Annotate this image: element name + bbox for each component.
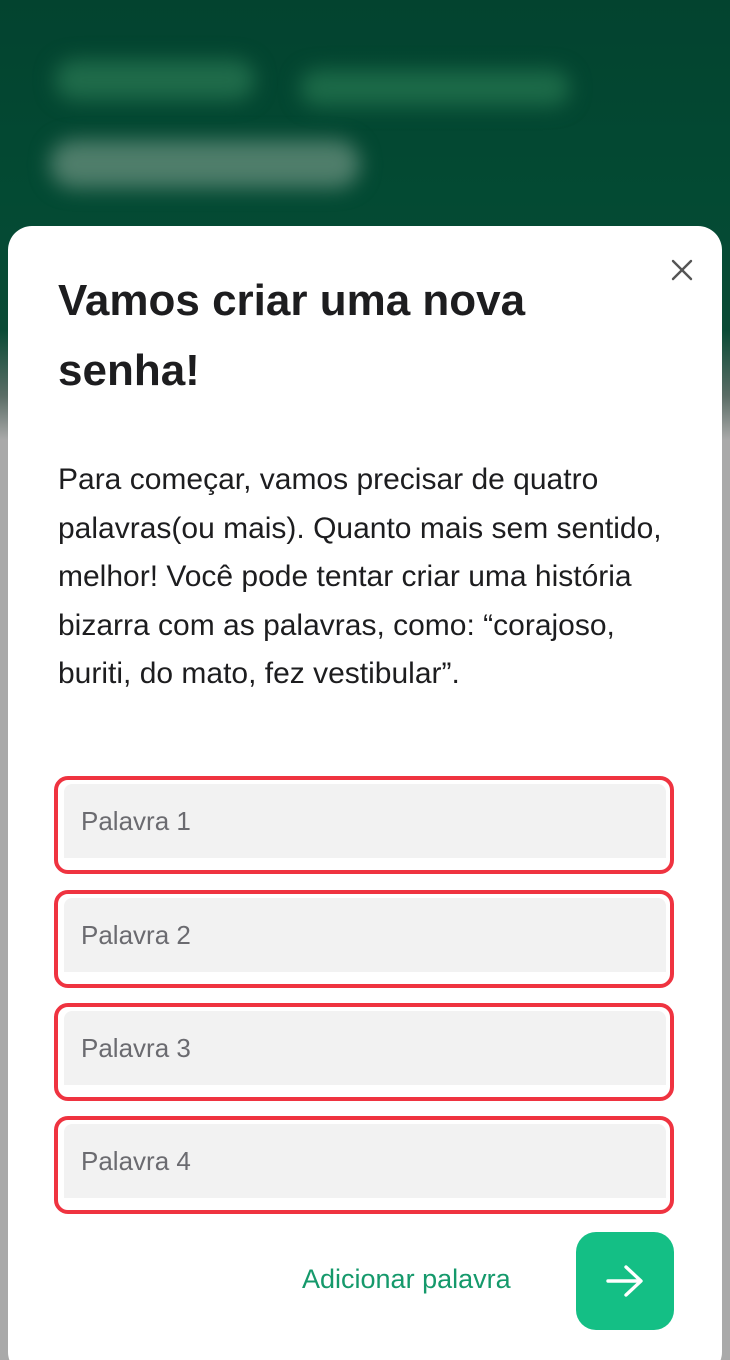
word-input-2[interactable] [64, 898, 666, 972]
word-field-3 [54, 1003, 674, 1101]
arrow-right-icon [606, 1265, 643, 1297]
word-field-1 [54, 776, 674, 874]
blurred-text [55, 60, 255, 100]
next-button[interactable] [576, 1232, 674, 1330]
word-field-2 [54, 890, 674, 988]
blurred-text [50, 140, 360, 188]
modal-title: Vamos criar uma nova senha! [58, 276, 526, 395]
word-field-4 [54, 1116, 674, 1214]
blurred-text [300, 70, 570, 106]
add-word-link[interactable]: Adicionar palavra [302, 1264, 511, 1295]
word-input-1[interactable] [64, 784, 666, 858]
word-input-3[interactable] [64, 1011, 666, 1085]
close-icon [671, 259, 693, 281]
close-button[interactable] [668, 256, 696, 284]
word-input-4[interactable] [64, 1124, 666, 1198]
modal-description: Para começar, vamos precisar de quatro p… [58, 463, 662, 690]
create-password-modal: Vamos criar uma nova senha! Para começar… [8, 226, 722, 1360]
